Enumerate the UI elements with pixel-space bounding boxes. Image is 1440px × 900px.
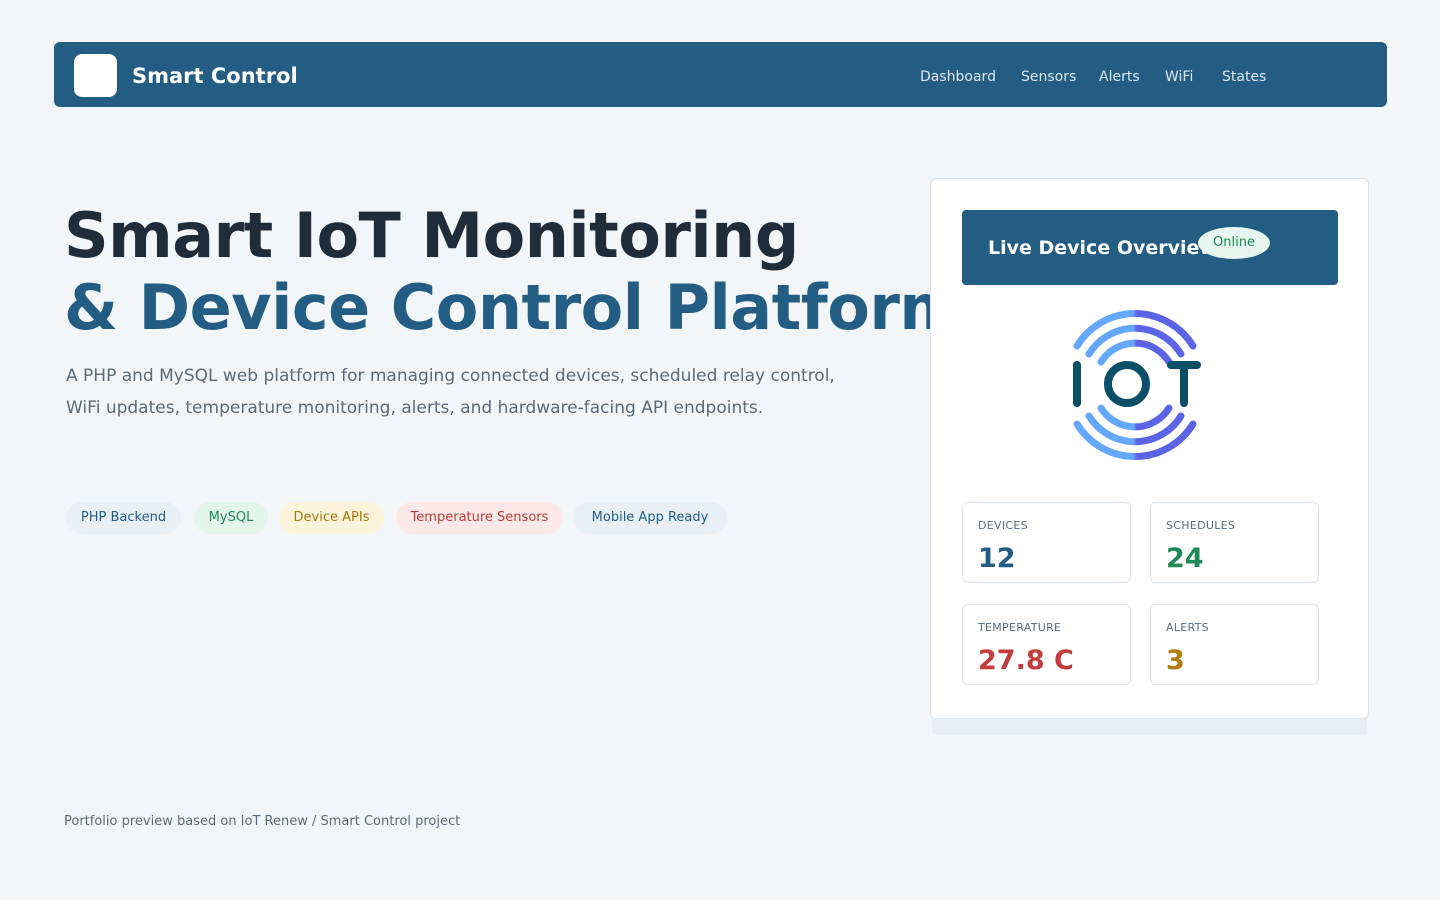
iot-signal-logo-icon xyxy=(1073,310,1201,460)
live-device-card: Live Device Overview Online DEVICES 12 S… xyxy=(930,178,1369,719)
tag-php-backend: PHP Backend xyxy=(66,502,181,534)
nav-link-dashboard[interactable]: Dashboard xyxy=(920,67,996,87)
card-title: Live Device Overview xyxy=(988,237,1217,259)
stat-label: SCHEDULES xyxy=(1166,519,1236,532)
stat-value: 12 xyxy=(978,543,1016,574)
top-navbar: Smart Control Dashboard Sensors Alerts W… xyxy=(54,42,1387,107)
hero-title-line1: Smart IoT Monitoring xyxy=(64,199,799,272)
hero-description: A PHP and MySQL web platform for managin… xyxy=(66,366,835,418)
stat-alerts: ALERTS 3 xyxy=(1150,604,1319,685)
card-header: Live Device Overview Online xyxy=(962,210,1338,285)
stat-label: ALERTS xyxy=(1166,621,1209,634)
nav-link-sensors[interactable]: Sensors xyxy=(1021,67,1076,87)
footer-note: Portfolio preview based on IoT Renew / S… xyxy=(64,814,461,829)
stat-devices: DEVICES 12 xyxy=(962,502,1131,583)
brand-logo-icon[interactable] xyxy=(74,54,117,97)
stat-value: 3 xyxy=(1166,645,1185,676)
stat-value: 27.8 C xyxy=(978,645,1074,676)
stat-label: TEMPERATURE xyxy=(978,621,1062,634)
brand-name[interactable]: Smart Control xyxy=(132,63,298,89)
hero-title-line2: & Device Control Platform xyxy=(64,271,964,344)
stat-value: 24 xyxy=(1166,543,1204,574)
tag-temperature-sensors: Temperature Sensors xyxy=(396,502,563,534)
stat-temperature: TEMPERATURE 27.8 C xyxy=(962,604,1131,685)
nav-link-states[interactable]: States xyxy=(1222,67,1266,87)
tag-mysql: MySQL xyxy=(194,502,268,534)
stat-schedules: SCHEDULES 24 xyxy=(1150,502,1319,583)
status-badge: Online xyxy=(1198,227,1270,259)
hero-title: Smart IoT Monitoring & Device Control Pl… xyxy=(64,199,964,344)
nav-link-wifi[interactable]: WiFi xyxy=(1165,67,1193,87)
tag-device-apis: Device APIs xyxy=(279,502,384,534)
nav-link-alerts[interactable]: Alerts xyxy=(1099,67,1140,87)
tag-mobile-app-ready: Mobile App Ready xyxy=(573,502,727,534)
stat-label: DEVICES xyxy=(978,519,1028,532)
